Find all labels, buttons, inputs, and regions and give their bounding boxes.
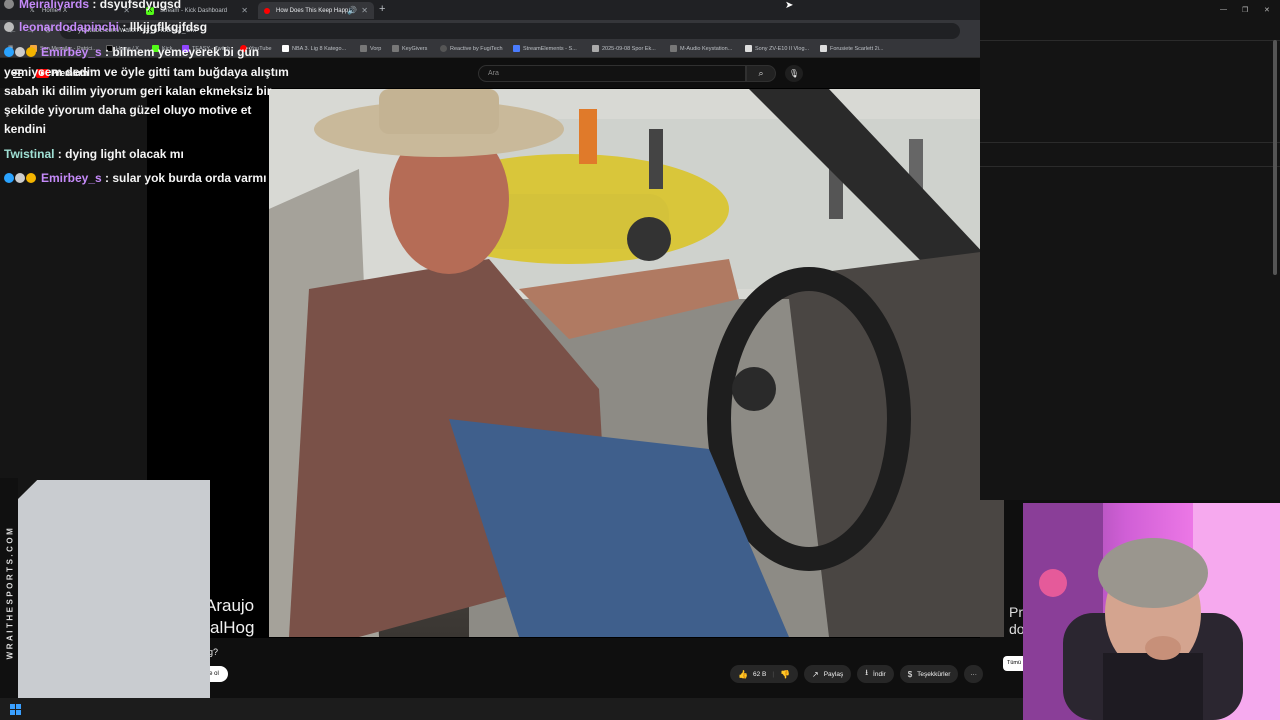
video-actions: 👍 62 B | 👎 ↗ Paylaş ⭳ İndir $ Teşekkürle…: [730, 664, 989, 684]
chat-username: Twistinal: [4, 147, 55, 161]
user-badge-icon: [4, 0, 14, 9]
bookmark-item[interactable]: StreamElements - S...: [513, 45, 577, 52]
download-icon: ⭳: [865, 668, 869, 677]
search-placeholder: Ara: [488, 70, 499, 77]
chat-badges: [4, 19, 15, 38]
microphone-icon: 🎙: [788, 69, 800, 78]
bookmark-item[interactable]: Vorp: [360, 45, 381, 52]
share-button[interactable]: ↗ Paylaş: [804, 665, 852, 683]
chat-badges: [4, 44, 37, 63]
download-label: İndir: [873, 670, 886, 678]
like-button[interactable]: 👍 62 B | 👎: [730, 665, 799, 683]
chat-message: Twistinal : dying light olacak mı: [4, 147, 184, 161]
page-scrollbar[interactable]: [1273, 40, 1277, 275]
bookmark-item[interactable]: Reactive by FugiTech: [440, 45, 503, 52]
caption-text: Araujo: [205, 596, 255, 615]
voice-search-button[interactable]: 🎙: [785, 65, 803, 82]
sponsor-banner: WRAITHESPORTS.COM: [0, 478, 210, 720]
chat-username: Emirbey_s: [41, 45, 102, 59]
chat-message: leonardodapinchi : llkjjgflkgjfdsg: [4, 18, 296, 38]
maximize-icon[interactable]: ❐: [1242, 6, 1248, 14]
chat-badges: [4, 0, 15, 15]
streamer-webcam: [1023, 503, 1280, 720]
thanks-label: Teşekkürler: [917, 670, 951, 678]
minimize-icon[interactable]: —: [1220, 6, 1227, 13]
search-button[interactable]: ⌕: [746, 65, 776, 82]
chat-divider: [980, 166, 1280, 167]
divider: |: [772, 670, 775, 678]
chat-message: Emirbey_s : bilmem yemeyerek bi gün yemi…: [4, 44, 289, 136]
sponsor-text: WRAITHESPORTS.COM: [5, 525, 15, 660]
chat-message: Emirbey_s : sular yok burda orda varmı: [4, 169, 296, 189]
share-label: Paylaş: [823, 670, 844, 678]
user-badge-icon: [15, 47, 25, 57]
stream-chat-overlay: [980, 0, 1280, 500]
thanks-button[interactable]: $ Teşekkürler: [899, 665, 959, 683]
chat-username: Meiraliyards: [19, 0, 90, 11]
caption-text: alHog: [210, 618, 255, 637]
chat-text: dsyufsdyugsd: [99, 0, 182, 11]
diamond-badge-icon: [4, 173, 14, 183]
sponsor-card: [18, 480, 210, 718]
chat-divider: [980, 142, 1280, 143]
share-icon: ↗: [812, 669, 819, 679]
user-badge-icon: [15, 173, 25, 183]
video-frame[interactable]: [269, 89, 1004, 637]
bookmark-item[interactable]: KeyGivers: [392, 45, 427, 52]
close-window-icon[interactable]: ✕: [1264, 6, 1270, 14]
new-tab-button[interactable]: +: [379, 3, 385, 15]
search-icon: ⌕: [758, 68, 764, 78]
more-icon: ···: [970, 670, 977, 678]
diamond-badge-icon: [4, 47, 14, 57]
bookmark-item[interactable]: 2025-09-08 Spor Ek...: [592, 45, 656, 52]
sub-badge-icon: [26, 173, 36, 183]
chat-text: llkjjgflkgjfdsg: [129, 20, 208, 34]
chat-badges: [4, 170, 37, 189]
bookmark-item[interactable]: Forusiete Scarlett 2i...: [820, 45, 884, 52]
thumbs-down-icon[interactable]: 👎: [780, 670, 790, 679]
chat-username: Emirbey_s: [41, 171, 102, 185]
chat-message: Meiraliyards : dsyufsdyugsd: [4, 0, 296, 15]
chat-text: dying light olacak mı: [65, 147, 184, 161]
user-badge-icon: [4, 22, 14, 32]
mouse-cursor-icon: ➤: [785, 0, 794, 11]
like-count: 62 B: [752, 670, 767, 678]
bookmark-item[interactable]: M-Audio Keystation...: [670, 45, 732, 52]
sub-badge-icon: [26, 47, 36, 57]
thanks-icon: $: [907, 669, 913, 679]
screen: 𝕏 Home / X ✕ K Stream - Kick Dashboard ✕…: [0, 0, 1280, 720]
windows-start-icon[interactable]: [10, 704, 21, 715]
download-button[interactable]: ⭳ İndir: [857, 665, 894, 683]
video-scene: [269, 89, 1004, 637]
webcam-scene: [1023, 503, 1280, 720]
search-input[interactable]: Ara: [478, 65, 746, 82]
speaker-icon[interactable]: 🔊: [347, 6, 357, 15]
chat-divider: [980, 40, 1280, 41]
bookmark-item[interactable]: Sony ZV-E10 II Vlog...: [745, 45, 809, 52]
chat-text: sular yok burda orda varmı: [112, 171, 267, 185]
close-icon[interactable]: ✕: [361, 6, 368, 15]
chat-username: leonardodapinchi: [19, 20, 120, 34]
more-actions-button[interactable]: ···: [964, 665, 983, 683]
thumbs-up-icon: 👍: [738, 669, 748, 679]
taskbar: [0, 698, 1023, 720]
sponsor-vertical-label: WRAITHESPORTS.COM: [0, 478, 18, 720]
